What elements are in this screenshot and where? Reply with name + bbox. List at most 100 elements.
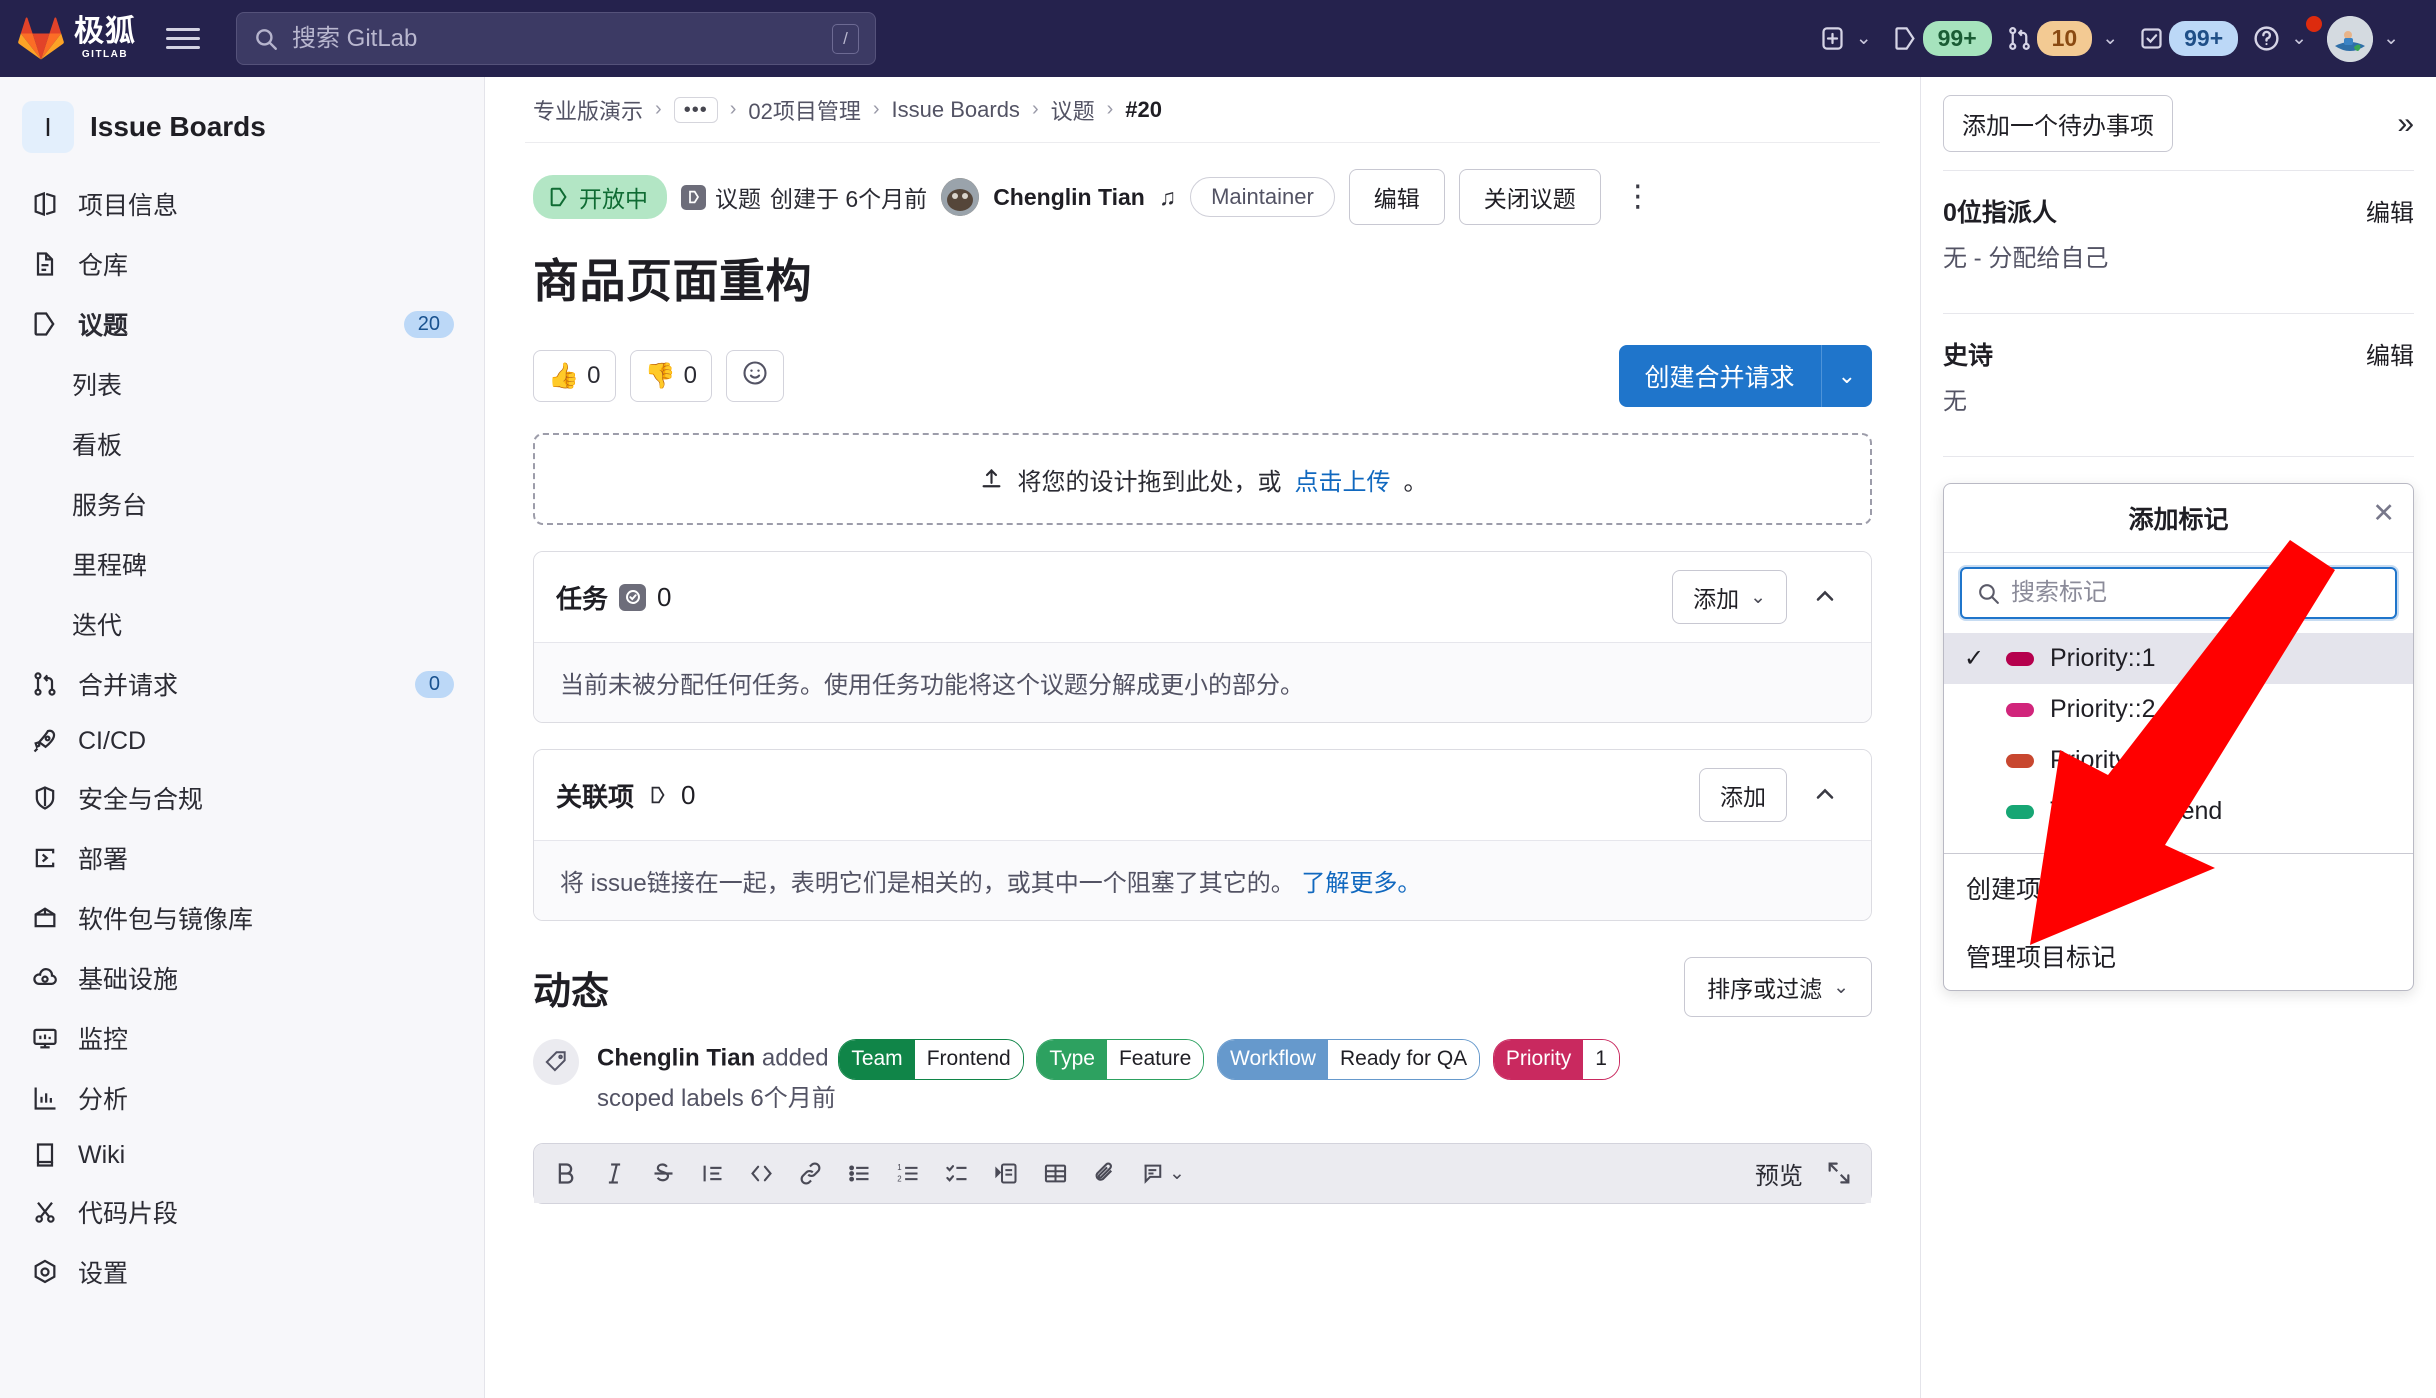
assignees-value[interactable]: 无 - 分配给自己 <box>1943 238 2414 273</box>
sidebar-item-wiki[interactable]: Wiki <box>16 1129 468 1181</box>
add-reaction-button[interactable] <box>726 350 784 402</box>
breadcrumb-item-group[interactable]: 专业版演示 <box>533 94 643 126</box>
table-icon[interactable] <box>1042 1160 1069 1187</box>
close-issue-button[interactable]: 关闭议题 <box>1458 169 1601 225</box>
search-input[interactable] <box>292 24 819 53</box>
label-option-priority-3[interactable]: Priority::3 <box>1944 735 2413 786</box>
label-search-input[interactable] <box>2011 579 2381 607</box>
close-icon[interactable]: ✕ <box>2372 498 2395 529</box>
chevron-double-right-icon[interactable]: » <box>2397 108 2414 139</box>
create-mr-dropdown-button[interactable]: ⌄ <box>1820 345 1872 407</box>
breadcrumb-item-issue-boards[interactable]: Issue Boards <box>892 97 1020 123</box>
label-event-icon <box>533 1039 579 1085</box>
create-merge-request-button[interactable]: 创建合并请求 <box>1618 345 1821 407</box>
tasks-empty-text: 当前未被分配任何任务。使用任务功能将这个议题分解成更小的部分。 <box>534 642 1871 722</box>
design-dropzone[interactable]: 将您的设计拖到此处，或 点击上传 。 <box>533 433 1872 525</box>
task-check-icon <box>619 583 647 611</box>
sidebar-item-project-info[interactable]: 项目信息 <box>16 175 468 233</box>
sidebar-item-iterations[interactable]: 迭代 <box>16 595 468 653</box>
numbered-list-icon[interactable]: 1 2 <box>895 1160 922 1187</box>
activity-label-team[interactable]: Team Frontend <box>838 1039 1024 1080</box>
activity-label-workflow[interactable]: Workflow Ready for QA <box>1217 1039 1481 1080</box>
breadcrumb-item-issues[interactable]: 议题 <box>1051 94 1095 126</box>
linked-items-card-header: 关联项 0 添加 <box>534 750 1871 840</box>
link-icon[interactable] <box>797 1160 824 1187</box>
create-project-label-button[interactable]: 创建项目标记 <box>1944 854 2413 922</box>
todos-nav-button[interactable]: 99+ <box>2133 15 2243 62</box>
hamburger-menu-icon[interactable] <box>166 22 200 54</box>
user-menu-button[interactable]: ⌄ <box>2322 10 2410 68</box>
issue-header: 开放中 议题 创建于 6个月前 Chenglin Tian ♫ Maintain… <box>525 143 1880 225</box>
sidebar-item-cicd[interactable]: CI/CD <box>16 715 468 767</box>
sidebar-item-packages[interactable]: 软件包与镜像库 <box>16 889 468 947</box>
more-actions-icon[interactable]: ⋮ <box>1615 182 1662 212</box>
breadcrumb-ellipsis-button[interactable]: ••• <box>673 96 718 123</box>
activity-entry: Chenglin Tian added Team Frontend Type F… <box>525 1017 1880 1117</box>
label-search-box[interactable] <box>1960 567 2397 619</box>
help-button[interactable]: ⌄ <box>2247 16 2323 59</box>
fullscreen-icon[interactable] <box>1825 1159 1853 1187</box>
sidebar-item-deploy[interactable]: 部署 <box>16 829 468 887</box>
add-todo-button[interactable]: 添加一个待办事项 <box>1943 95 2173 152</box>
sidebar-item-milestones[interactable]: 里程碑 <box>16 535 468 593</box>
sidebar-project-header[interactable]: I Issue Boards <box>16 95 468 175</box>
activity-author[interactable]: Chenglin Tian <box>597 1045 755 1072</box>
sidebar-item-repository[interactable]: 仓库 <box>16 235 468 293</box>
add-task-button[interactable]: 添加 ⌄ <box>1672 570 1787 624</box>
assignees-edit-button[interactable]: 编辑 <box>2366 193 2414 228</box>
add-linked-item-button[interactable]: 添加 <box>1699 768 1787 822</box>
epic-edit-button[interactable]: 编辑 <box>2366 336 2414 371</box>
create-new-button[interactable]: ⌄ <box>1814 19 1883 58</box>
sidebar-item-infrastructure[interactable]: 基础设施 <box>16 949 468 1007</box>
sidebar-item-settings[interactable]: 设置 <box>16 1243 468 1301</box>
thumbs-up-reaction-button[interactable]: 👍 0 <box>533 350 616 402</box>
code-icon[interactable] <box>748 1160 775 1187</box>
collapse-linked-button[interactable] <box>1801 774 1849 817</box>
attachment-icon[interactable] <box>1091 1160 1118 1187</box>
activity-label-type[interactable]: Type Feature <box>1036 1039 1205 1080</box>
strikethrough-icon[interactable] <box>650 1160 677 1187</box>
sidebar-item-monitor[interactable]: 监控 <box>16 1009 468 1067</box>
collapse-tasks-button[interactable] <box>1801 576 1849 619</box>
chevron-down-icon: ⌄ <box>2102 28 2119 49</box>
sidebar-item-snippets[interactable]: 代码片段 <box>16 1183 468 1241</box>
activity-label-priority[interactable]: Priority 1 <box>1492 1039 1620 1080</box>
edit-issue-button[interactable]: 编辑 <box>1348 169 1445 225</box>
label-option-team-backend[interactable]: Team::Backend <box>1944 786 2413 837</box>
gitlab-logo[interactable]: 极狐 GITLAB <box>18 17 136 61</box>
quote-icon[interactable] <box>699 1160 726 1187</box>
sidebar-item-security[interactable]: 安全与合规 <box>16 769 468 827</box>
issues-nav-button[interactable]: 99+ <box>1887 15 1997 62</box>
preview-button[interactable]: 预览 <box>1755 1156 1803 1191</box>
sidebar-item-service-desk[interactable]: 服务台 <box>16 475 468 533</box>
activity-verb: added <box>761 1044 829 1072</box>
sidebar-mr-count: 0 <box>414 670 454 698</box>
manage-project-labels-button[interactable]: 管理项目标记 <box>1944 922 2413 990</box>
sidebar-item-issues[interactable]: 议题 20 <box>16 295 468 353</box>
sidebar-item-merge-requests[interactable]: 合并请求 0 <box>16 655 468 713</box>
label-option-text: Team::DevOps <box>2050 848 2215 853</box>
dropzone-upload-link[interactable]: 点击上传 <box>1295 462 1391 497</box>
activity-title: 动态 <box>533 970 610 1013</box>
label-option-text: Priority::1 <box>2050 644 2156 672</box>
thumbs-down-reaction-button[interactable]: 👎 0 <box>629 350 712 402</box>
sidebar-item-list[interactable]: 列表 <box>16 355 468 413</box>
label-option-team-devops[interactable]: Team::DevOps <box>1944 837 2413 853</box>
collapsible-icon[interactable] <box>993 1160 1020 1187</box>
tasks-title: 任务 <box>556 583 609 614</box>
bold-icon[interactable] <box>552 1160 579 1187</box>
task-list-icon[interactable] <box>944 1160 971 1187</box>
italic-icon[interactable] <box>601 1160 628 1187</box>
label-option-priority-1[interactable]: ✓ Priority::1 <box>1944 633 2413 684</box>
issue-author-name[interactable]: Chenglin Tian <box>993 184 1145 211</box>
linked-learn-more-link[interactable]: 了解更多。 <box>1301 870 1421 897</box>
bullet-list-icon[interactable] <box>846 1160 873 1187</box>
merge-requests-nav-button[interactable]: 10 ⌄ <box>2001 15 2130 62</box>
breadcrumb-item-project-mgmt[interactable]: 02项目管理 <box>748 94 860 126</box>
sidebar-item-boards[interactable]: 看板 <box>16 415 468 473</box>
sidebar-item-analytics[interactable]: 分析 <box>16 1069 468 1127</box>
label-option-priority-2[interactable]: Priority::2 <box>1944 684 2413 735</box>
comment-template-icon[interactable]: ⌄ <box>1140 1160 1185 1187</box>
global-search-box[interactable]: / <box>236 12 876 65</box>
activity-sort-filter-button[interactable]: 排序或过滤 ⌄ <box>1684 957 1872 1017</box>
